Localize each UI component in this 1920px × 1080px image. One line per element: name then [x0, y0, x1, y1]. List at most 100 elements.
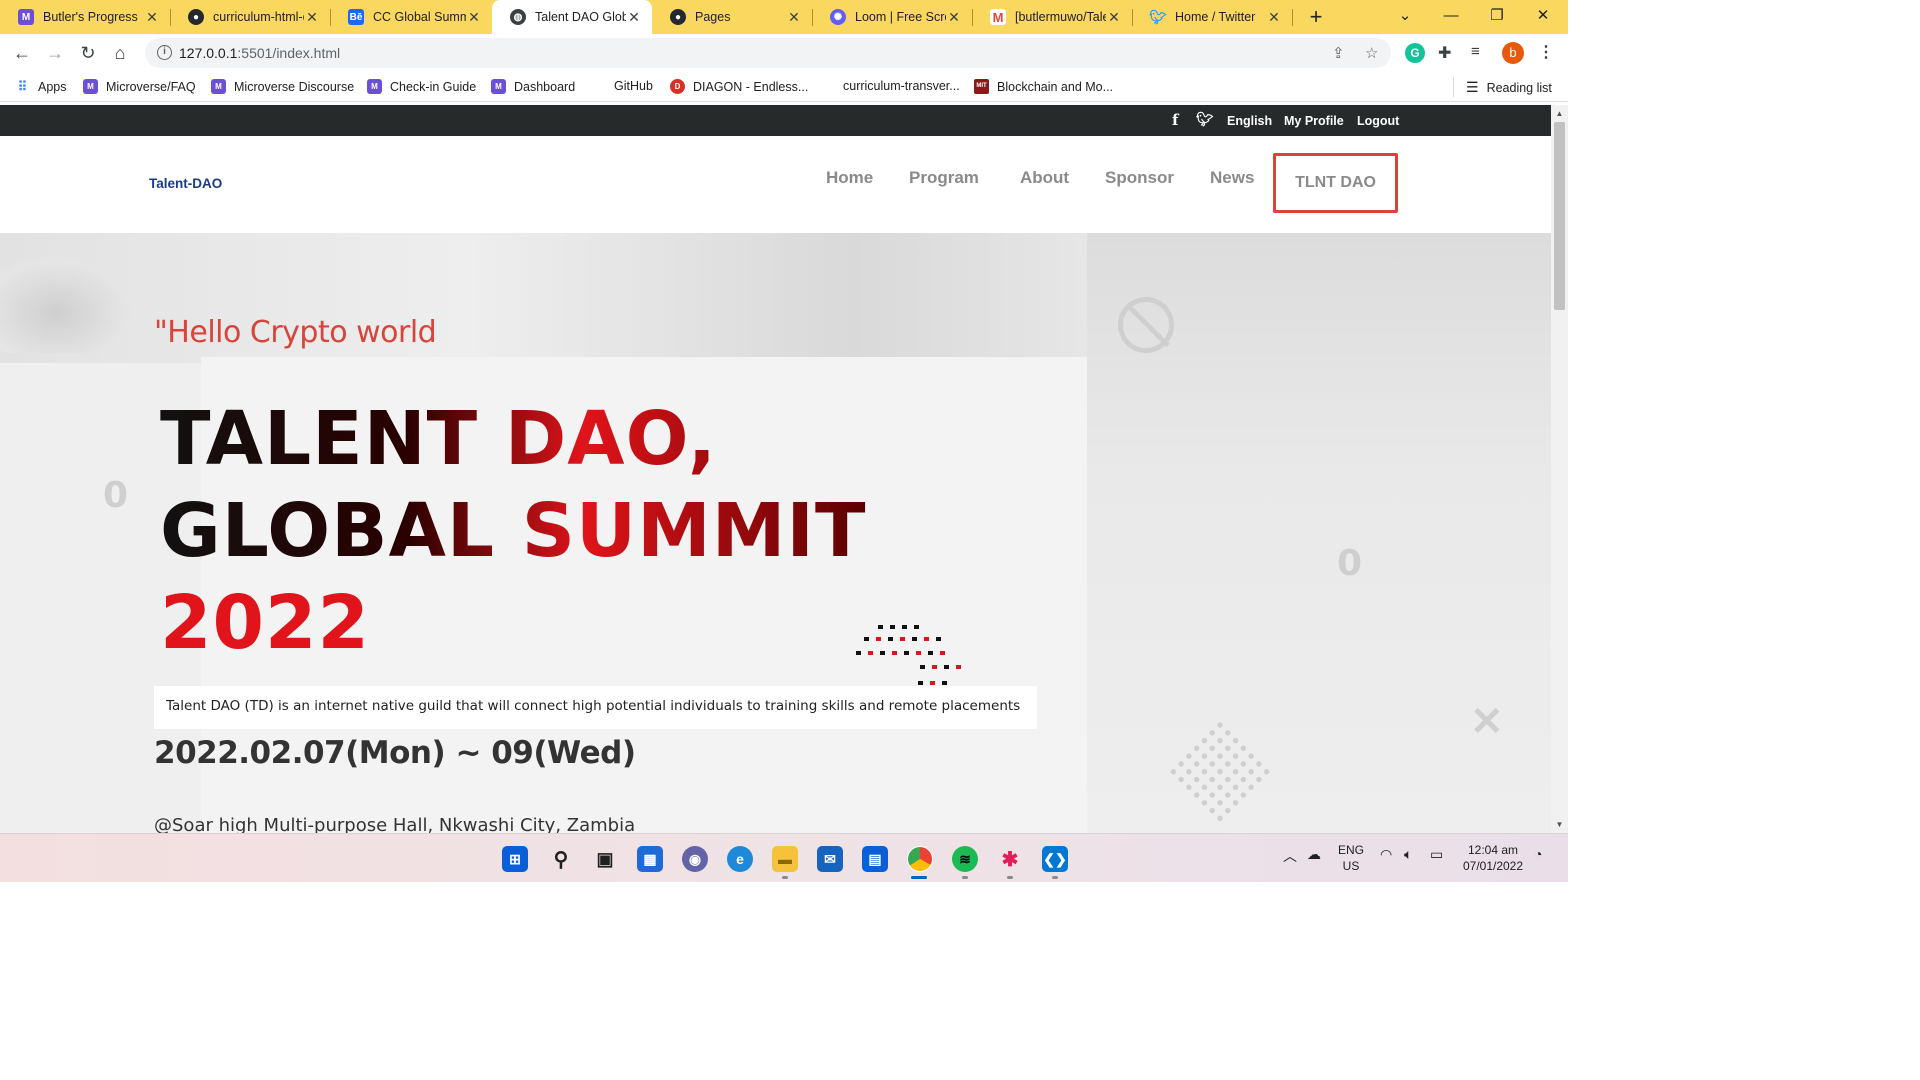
- site-topbar: f 🐦︎ English My Profile Logout: [0, 105, 1551, 136]
- bookmarks-divider: [1453, 77, 1454, 97]
- back-arrow-icon[interactable]: ←: [10, 41, 34, 65]
- input-language[interactable]: ENG US: [1334, 842, 1368, 874]
- close-icon[interactable]: ✕: [1106, 9, 1122, 26]
- onedrive-cloud-icon[interactable]: ☁: [1307, 846, 1321, 863]
- close-icon[interactable]: ✕: [626, 9, 642, 26]
- forward-arrow-icon[interactable]: →: [43, 41, 67, 65]
- notifications-icon[interactable]: ◔: [1534, 846, 1542, 862]
- tab-cc-global-summit[interactable]: Bē CC Global Summ ✕: [330, 0, 492, 34]
- bookmark-curriculum-transversal[interactable]: curriculum-transver...: [843, 79, 960, 93]
- reading-list-button[interactable]: ☰ Reading list: [1466, 79, 1552, 96]
- volume-icon[interactable]: 🔈︎: [1404, 846, 1412, 863]
- clock[interactable]: 12:04 am 07/01/2022: [1456, 842, 1530, 874]
- bookmark-check-in-guide[interactable]: M Check-in Guide: [367, 79, 476, 94]
- bookmark-dashboard[interactable]: M Dashboard: [491, 79, 575, 94]
- running-indicator: [1007, 876, 1013, 879]
- close-icon[interactable]: ✕: [466, 9, 482, 26]
- minimize-button[interactable]: —: [1428, 0, 1474, 34]
- logout-link[interactable]: Logout: [1357, 114, 1399, 128]
- site-logo[interactable]: Talent-DAO: [149, 176, 222, 191]
- close-window-button[interactable]: ✕: [1520, 0, 1566, 34]
- my-profile-link[interactable]: My Profile: [1284, 114, 1344, 128]
- hero-headline: TALENT DAO, GLOBAL SUMMIT 2022: [160, 393, 866, 669]
- facebook-icon[interactable]: f: [1172, 111, 1178, 129]
- running-indicator: [782, 876, 788, 879]
- share-icon[interactable]: ⇪: [1332, 44, 1345, 62]
- wifi-icon[interactable]: ◠: [1380, 846, 1392, 863]
- tray-chevron-icon[interactable]: ︿: [1283, 846, 1297, 866]
- reload-icon[interactable]: ↻: [76, 41, 100, 65]
- twitter-icon[interactable]: 🐦︎: [1196, 111, 1214, 128]
- bookmark-microverse-discourse[interactable]: M Microverse Discourse: [211, 79, 354, 94]
- battery-icon[interactable]: ▭: [1430, 846, 1443, 863]
- bookmark-diagon[interactable]: D DIAGON - Endless...: [670, 79, 808, 94]
- store-icon[interactable]: ▤: [862, 846, 888, 872]
- url-text[interactable]: 127.0.0.1:5501/index.html: [179, 45, 340, 61]
- language-link[interactable]: English: [1227, 114, 1272, 128]
- bookmark-apps[interactable]: ⠿ Apps: [15, 79, 67, 94]
- close-icon[interactable]: ✕: [144, 9, 160, 26]
- grammarly-icon[interactable]: G: [1405, 43, 1425, 63]
- close-icon[interactable]: ✕: [786, 9, 802, 26]
- nav-news[interactable]: News: [1210, 168, 1254, 188]
- scroll-down-arrow-icon[interactable]: ▼: [1551, 816, 1568, 833]
- tab-search-chevron-icon[interactable]: ⌄: [1382, 0, 1428, 34]
- slack-icon[interactable]: ✱: [997, 846, 1023, 872]
- bookmark-star-icon[interactable]: ☆: [1365, 44, 1378, 62]
- hero-greeting: "Hello Crypto world: [154, 315, 437, 350]
- close-icon[interactable]: ✕: [304, 9, 320, 26]
- scroll-up-arrow-icon[interactable]: ▲: [1551, 105, 1568, 122]
- address-bar[interactable]: i 127.0.0.1:5501/index.html ⇪ ☆: [145, 38, 1391, 68]
- loom-icon: ✺: [830, 9, 846, 25]
- edge-icon[interactable]: e: [727, 846, 753, 872]
- mail-icon[interactable]: ✉: [817, 846, 843, 872]
- hero-intro-text: Talent DAO (TD) is an internet native gu…: [154, 686, 1037, 729]
- chrome-icon[interactable]: [907, 846, 933, 872]
- zero-decoration: 0: [1337, 543, 1363, 584]
- extensions-puzzle-icon[interactable]: ✚: [1438, 43, 1451, 63]
- file-explorer-icon[interactable]: ▬: [772, 846, 798, 872]
- media-queue-icon[interactable]: ≡: [1471, 43, 1480, 60]
- apps-grid-icon: ⠿: [17, 79, 28, 94]
- tab-butlers-progress[interactable]: M Butler's Progress ✕: [0, 0, 170, 34]
- task-view-icon[interactable]: ▣: [592, 846, 618, 872]
- browser-toolbar: ← → ↻ ⌂ i 127.0.0.1:5501/index.html ⇪ ☆ …: [0, 34, 1568, 72]
- tab-curriculum-html[interactable]: ● curriculum-html-c ✕: [170, 0, 330, 34]
- vscode-icon[interactable]: ❮❯: [1042, 846, 1068, 872]
- tab-pages[interactable]: ● Pages ✕: [652, 0, 812, 34]
- teams-chat-icon[interactable]: ◉: [682, 846, 708, 872]
- close-icon[interactable]: ✕: [1266, 9, 1282, 26]
- scrollbar-thumb[interactable]: [1554, 122, 1565, 310]
- spotify-icon[interactable]: ≋: [952, 846, 978, 872]
- home-icon[interactable]: ⌂: [108, 41, 132, 65]
- event-dates: 2022.02.07(Mon) ~ 09(Wed): [154, 735, 636, 771]
- x-decoration: ✕: [1470, 700, 1504, 744]
- close-icon[interactable]: ✕: [946, 9, 962, 26]
- new-tab-button[interactable]: +: [1304, 4, 1328, 30]
- reading-list-icon: ☰: [1466, 79, 1479, 95]
- tab-talent-dao[interactable]: ◍ Talent DAO Globa ✕: [492, 0, 652, 34]
- tab-loom[interactable]: ✺ Loom | Free Scree ✕: [812, 0, 972, 34]
- restore-button[interactable]: ❐: [1474, 0, 1520, 34]
- search-icon[interactable]: ⚲: [548, 846, 574, 872]
- no-crypto-sign-decoration: [1118, 297, 1174, 353]
- profile-avatar[interactable]: b: [1502, 42, 1524, 64]
- windows-start-icon[interactable]: ⊞: [502, 846, 528, 872]
- nav-program[interactable]: Program: [909, 168, 979, 188]
- nav-tlnt-dao-button[interactable]: TLNT DAO: [1273, 153, 1398, 213]
- diagon-icon: D: [670, 79, 685, 94]
- nav-sponsor[interactable]: Sponsor: [1105, 168, 1174, 188]
- nav-about[interactable]: About: [1020, 168, 1069, 188]
- widgets-icon[interactable]: ▦: [637, 846, 663, 872]
- more-menu-icon[interactable]: ⋮: [1538, 42, 1554, 62]
- windows-taskbar: ⊞ ⚲ ▣ ▦ ◉ e ▬ ✉ ▤ ≋ ✱ ❮❯ ︿ ☁ ENG US ◠ 🔈︎…: [0, 833, 1568, 882]
- nav-home[interactable]: Home: [826, 168, 873, 188]
- page-scrollbar[interactable]: ▲ ▼: [1551, 105, 1568, 833]
- tab-gmail[interactable]: M [butlermuwo/Tale ✕: [972, 0, 1132, 34]
- tab-twitter[interactable]: 🐦︎ Home / Twitter ✕: [1132, 0, 1292, 34]
- bookmark-github[interactable]: GitHub: [614, 79, 653, 93]
- site-info-icon[interactable]: i: [157, 45, 172, 60]
- github-icon: ●: [670, 9, 686, 25]
- bookmark-blockchain[interactable]: MIT Blockchain and Mo...: [974, 79, 1113, 94]
- bookmark-microverse-faq[interactable]: M Microverse/FAQ: [83, 79, 196, 94]
